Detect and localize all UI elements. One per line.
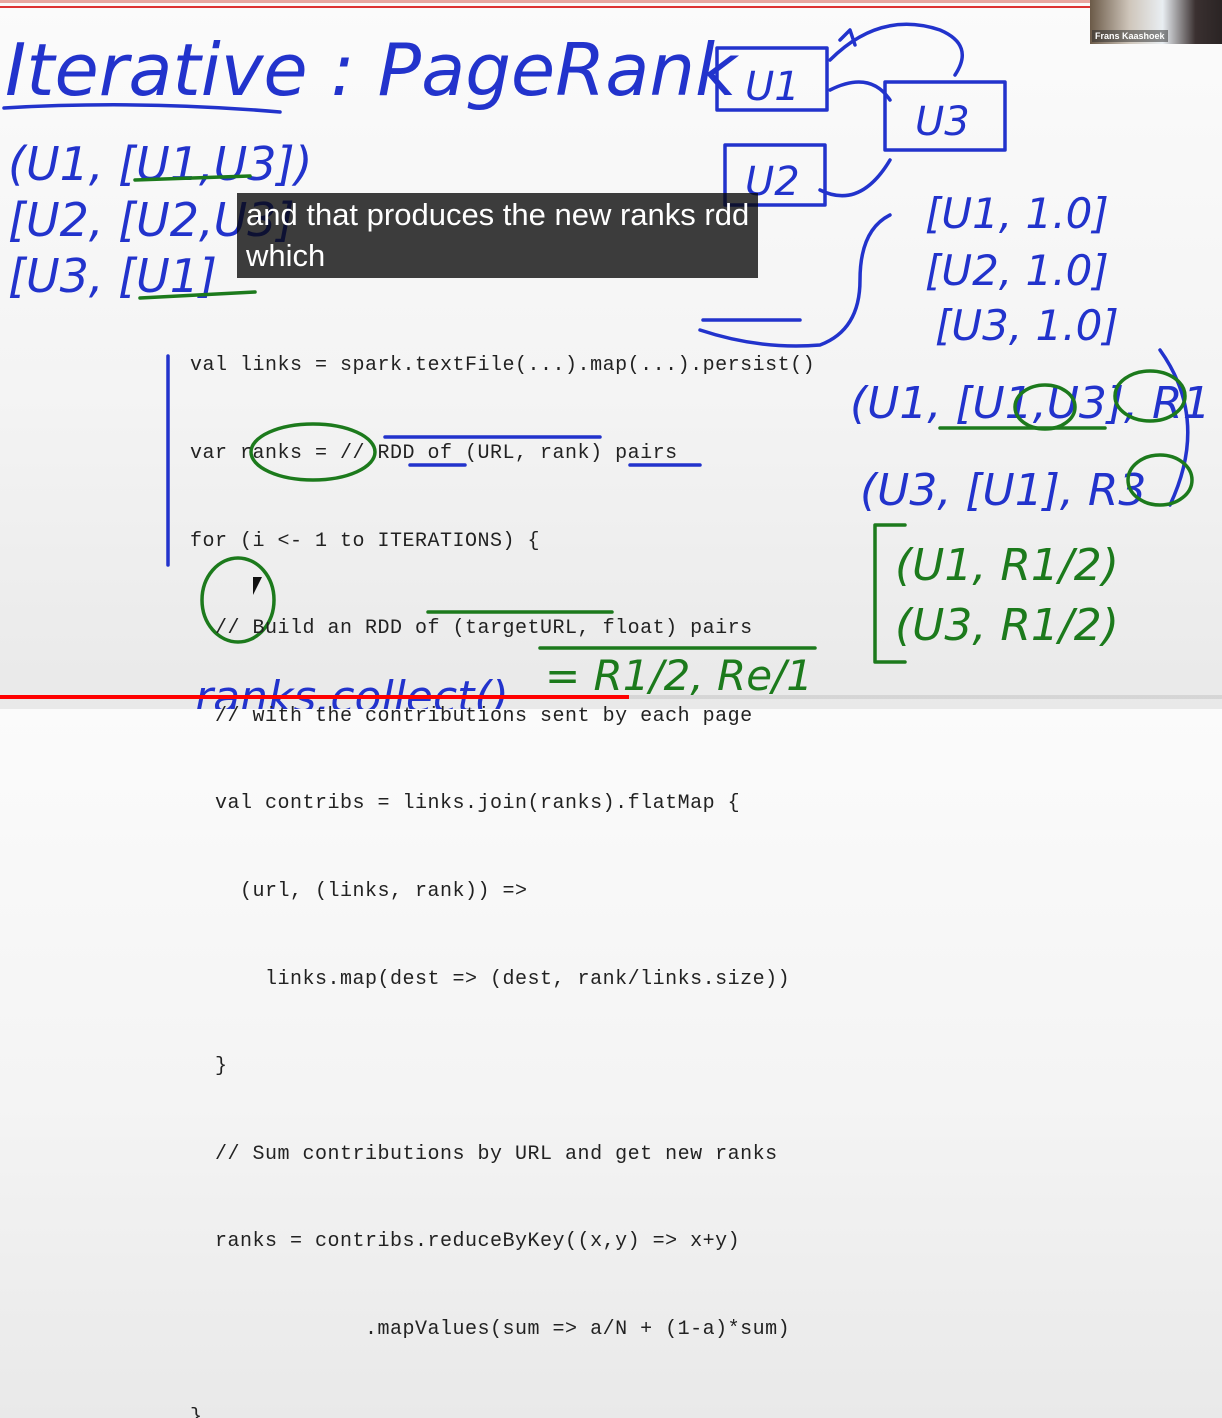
joined-2: (U3, [U1], R3 [860, 465, 1146, 516]
code-line: ranks = contribs.reduceByKey((x,y) => x+… [190, 1230, 741, 1254]
speaker-webcam: Frans Kaashoek [1090, 0, 1222, 44]
code-line: val contribs = links.join(ranks).flatMap… [190, 792, 741, 816]
mouse-cursor-icon [253, 577, 262, 595]
subtitle-line: and that produces the new ranks rdd [246, 197, 750, 232]
code-line: } [190, 1405, 203, 1418]
code-line: val links = spark.textFile(...).map(...)… [190, 354, 816, 378]
subtitle-caption: and that produces the new ranks rdd whic… [237, 193, 759, 278]
graph-node-label: U1 [745, 64, 800, 110]
code-line: for (i <- 1 to ITERATIONS) { [190, 529, 541, 553]
contrib-1: (U1, R1/2) [895, 540, 1119, 591]
code-line: // with the contributions sent by each p… [190, 704, 753, 728]
code-block: val links = spark.textFile(...).map(...)… [190, 293, 815, 1418]
code-line: } [190, 1055, 228, 1079]
code-line: (url, (links, rank)) => [190, 879, 528, 903]
speaker-name: Frans Kaashoek [1092, 30, 1168, 42]
code-line: links.map(dest => (dest, rank/links.size… [190, 967, 791, 991]
code-line: .mapValues(sum => a/N + (1-a)*sum) [190, 1317, 791, 1341]
graph-node-label: U3 [915, 99, 970, 145]
rank-1: [U1, 1.0] [925, 189, 1109, 238]
links-left-1: (U1, [U1,U3]) [8, 137, 312, 191]
video-progress-fill [0, 695, 630, 699]
contrib-2: (U3, R1/2) [895, 600, 1119, 651]
rank-3: [U3, 1.0] [935, 301, 1119, 350]
rank-2: [U2, 1.0] [925, 246, 1109, 295]
handwritten-title: Iterative : PageRank [5, 28, 740, 112]
subtitle-line: which [246, 238, 326, 273]
code-line: var ranks = // RDD of (URL, rank) pairs [190, 442, 678, 465]
code-line: // Build an RDD of (targetURL, float) pa… [190, 617, 753, 641]
video-progress-bar[interactable] [0, 695, 1222, 699]
code-line: // Sum contributions by URL and get new … [190, 1142, 778, 1166]
